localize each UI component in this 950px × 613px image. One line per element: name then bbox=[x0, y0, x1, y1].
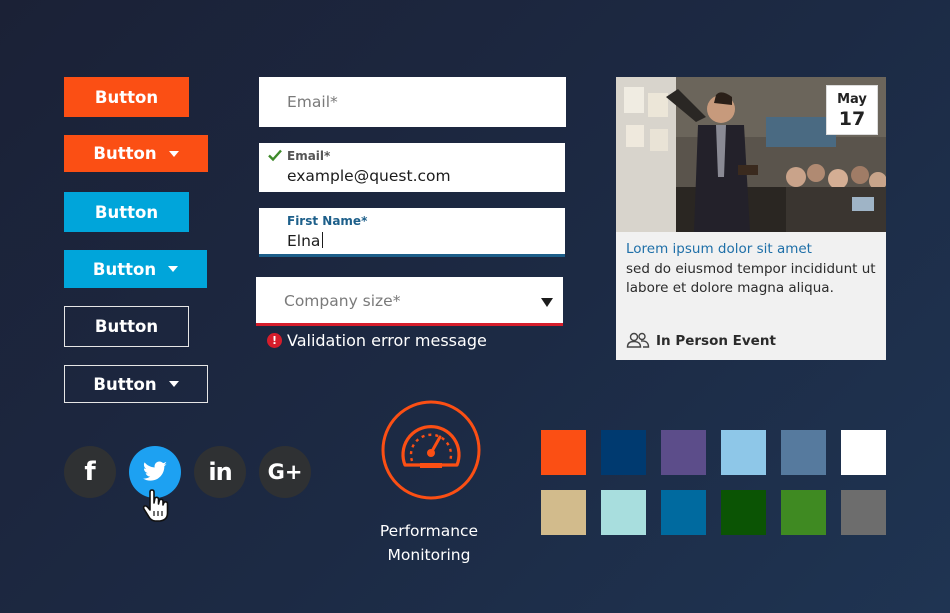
facebook-glyph: f bbox=[84, 457, 96, 487]
caret-down-icon bbox=[168, 266, 179, 272]
first-name-label: First Name* bbox=[287, 214, 368, 228]
dropdown-arrow-icon bbox=[541, 298, 553, 307]
button-label: Button bbox=[93, 374, 157, 394]
color-swatch bbox=[541, 490, 586, 535]
caret-down-icon bbox=[168, 381, 179, 387]
speedometer-icon bbox=[381, 400, 481, 500]
email-field-valid[interactable]: Email* example@quest.com bbox=[259, 143, 565, 192]
date-month: May bbox=[837, 92, 867, 107]
hand-cursor-icon bbox=[142, 489, 169, 522]
color-swatch bbox=[601, 490, 646, 535]
email-placeholder: Email* bbox=[287, 93, 338, 111]
button-label: Button bbox=[94, 202, 159, 222]
button-outline-dropdown[interactable]: Button bbox=[64, 365, 208, 403]
event-type-label: In Person Event bbox=[656, 333, 776, 349]
email-label: Email* bbox=[287, 149, 331, 163]
button-label: Button bbox=[92, 259, 157, 279]
people-icon bbox=[626, 332, 650, 348]
color-swatch bbox=[601, 430, 646, 475]
color-swatch bbox=[841, 430, 886, 475]
event-description: sed do eiusmod tempor incididunt ut labo… bbox=[626, 261, 876, 296]
color-swatch bbox=[721, 430, 766, 475]
color-swatch bbox=[661, 430, 706, 475]
color-swatch bbox=[541, 430, 586, 475]
text-cursor bbox=[322, 232, 324, 248]
color-swatch bbox=[661, 490, 706, 535]
date-badge: May 17 bbox=[826, 85, 878, 135]
event-title[interactable]: Lorem ipsum dolor sit amet bbox=[626, 241, 812, 257]
button-label: Button bbox=[94, 87, 159, 107]
checkmark-icon bbox=[268, 149, 282, 162]
validation-error-message: Validation error message bbox=[287, 331, 487, 350]
date-day: 17 bbox=[838, 108, 866, 130]
linkedin-glyph: in bbox=[208, 458, 232, 486]
caret-down-icon bbox=[168, 150, 179, 157]
feature-title-line2: Monitoring bbox=[387, 546, 471, 564]
facebook-icon[interactable]: f bbox=[64, 446, 116, 498]
button-outline[interactable]: Button bbox=[64, 306, 189, 347]
button-blue[interactable]: Button bbox=[64, 192, 189, 232]
first-name-field[interactable]: First Name* Elna bbox=[259, 208, 565, 257]
button-label: Button bbox=[93, 144, 157, 163]
event-card[interactable]: May 17 Lorem ipsum dolor sit amet sed do… bbox=[616, 77, 886, 360]
button-orange[interactable]: Button bbox=[64, 77, 189, 117]
color-swatch bbox=[841, 490, 886, 535]
color-swatch bbox=[721, 490, 766, 535]
color-swatch bbox=[781, 430, 826, 475]
event-photo: May 17 bbox=[616, 77, 886, 232]
email-value: example@quest.com bbox=[287, 167, 451, 185]
first-name-text: Elna bbox=[287, 232, 321, 250]
error-icon: ! bbox=[267, 333, 282, 348]
twitter-bird-glyph bbox=[142, 461, 167, 481]
company-size-placeholder: Company size* bbox=[284, 292, 401, 310]
feature-title-line1: Performance bbox=[379, 522, 479, 540]
button-label: Button bbox=[94, 317, 159, 336]
button-orange-dropdown[interactable]: Button bbox=[64, 135, 208, 172]
google-plus-glyph: G+ bbox=[267, 460, 303, 484]
feature-title: Performance Monitoring bbox=[365, 519, 493, 567]
button-blue-dropdown[interactable]: Button bbox=[64, 250, 207, 288]
company-size-select[interactable]: Company size* bbox=[256, 277, 563, 326]
google-plus-icon[interactable]: G+ bbox=[259, 446, 311, 498]
color-swatch bbox=[781, 490, 826, 535]
linkedin-icon[interactable]: in bbox=[194, 446, 246, 498]
email-field-empty[interactable]: Email* bbox=[259, 77, 566, 127]
first-name-value: Elna bbox=[287, 232, 324, 250]
